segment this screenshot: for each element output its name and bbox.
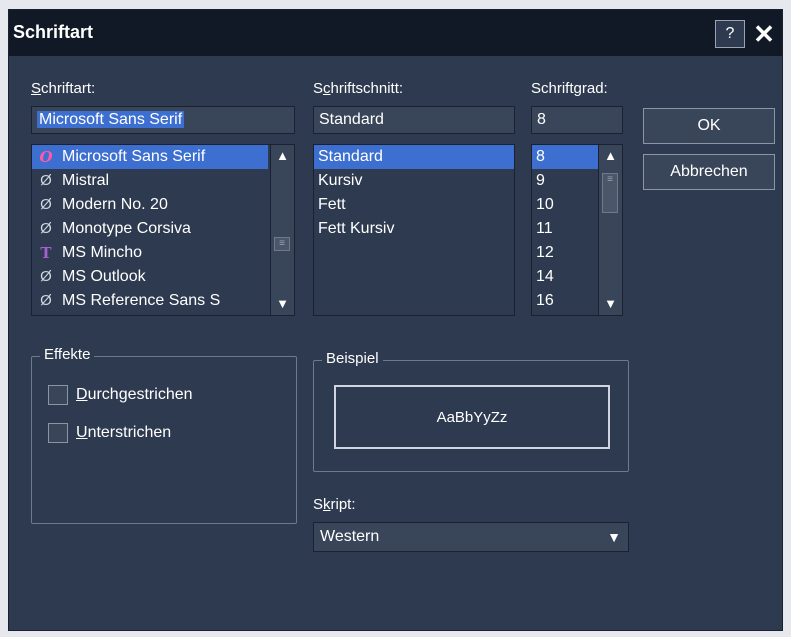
printer-font-icon: Ø xyxy=(40,268,52,285)
strikethrough-checkbox[interactable]: Durchgestrichen xyxy=(48,385,193,405)
preview-title: Beispiel xyxy=(322,350,383,367)
font-input-value: Microsoft Sans Serif xyxy=(37,111,185,128)
font-list-item[interactable]: Ø MS Reference Sans S xyxy=(32,289,268,313)
style-list-item[interactable]: Standard xyxy=(314,145,514,169)
font-list-item-label: Monotype Corsiva xyxy=(62,220,191,237)
size-list-item[interactable]: 14 xyxy=(532,265,598,289)
size-list-item[interactable]: 8 xyxy=(532,145,598,169)
size-list-scrollbar[interactable]: ▲ ≡ ▼ xyxy=(598,145,622,315)
font-dialog: Schriftart ? ✕ Schriftart: Microsoft San… xyxy=(8,9,783,631)
script-label: Skript: xyxy=(313,496,356,513)
printer-font-icon: Ø xyxy=(40,292,52,309)
style-input[interactable]: Standard xyxy=(313,106,515,134)
font-list-item-label: Modern No. 20 xyxy=(62,196,168,213)
cancel-button[interactable]: Abbrechen xyxy=(643,154,775,190)
close-icon: ✕ xyxy=(753,18,775,49)
dialog-title: Schriftart xyxy=(13,22,94,42)
strikethrough-box[interactable] xyxy=(48,385,68,405)
font-list-item[interactable]: Ø Mistral xyxy=(32,169,268,193)
scroll-thumb[interactable]: ≡ xyxy=(602,173,618,213)
size-input-value: 8 xyxy=(537,111,546,128)
ok-button[interactable]: OK xyxy=(643,108,775,144)
underline-checkbox[interactable]: Unterstrichen xyxy=(48,423,171,443)
size-label: Schriftgrad: xyxy=(531,80,608,97)
scroll-down-icon[interactable]: ▼ xyxy=(599,293,622,315)
preview-sample: AaBbYyZz xyxy=(334,385,610,449)
chevron-down-icon[interactable]: ▼ xyxy=(600,523,628,551)
font-list[interactable]: O Microsoft Sans Serif Ø Mistral Ø Modern No.… xyxy=(31,144,295,316)
font-list-item-label: MS Outlook xyxy=(62,268,146,285)
strikethrough-label: Durchgestrichen xyxy=(76,386,193,403)
style-label: Schriftschnitt: xyxy=(313,80,404,97)
help-button[interactable]: ? xyxy=(715,20,745,48)
scroll-down-icon[interactable]: ▼ xyxy=(271,293,294,315)
font-list-item-label: MS Mincho xyxy=(62,244,143,261)
size-input[interactable]: 8 xyxy=(531,106,623,134)
style-input-value: Standard xyxy=(319,111,384,128)
script-value: Western xyxy=(320,528,380,545)
truetype-font-icon: T xyxy=(40,244,52,262)
effects-title: Effekte xyxy=(40,346,95,363)
title-bar: Schriftart ? ✕ xyxy=(9,10,782,56)
size-list-item[interactable]: 11 xyxy=(532,217,598,241)
font-list-item-label: MS Reference Sans S xyxy=(62,292,221,309)
font-list-item-label: Mistral xyxy=(62,172,110,189)
printer-font-icon: Ø xyxy=(40,172,52,189)
font-list-item[interactable]: T MS Mincho xyxy=(32,241,268,265)
font-list-item-label: Microsoft Sans Serif xyxy=(62,148,206,165)
printer-font-icon: Ø xyxy=(40,196,52,213)
preview-group: Beispiel AaBbYyZz xyxy=(313,350,629,472)
size-list[interactable]: 8 9 10 11 12 14 16 ▲ ≡ ▼ xyxy=(531,144,623,316)
size-list-item[interactable]: 12 xyxy=(532,241,598,265)
close-button[interactable]: ✕ xyxy=(749,18,779,49)
font-input[interactable]: Microsoft Sans Serif xyxy=(31,106,295,134)
opentype-font-icon: O xyxy=(39,148,53,166)
size-list-item[interactable]: 9 xyxy=(532,169,598,193)
style-list[interactable]: Standard Kursiv Fett Fett Kursiv xyxy=(313,144,515,316)
style-list-item[interactable]: Fett xyxy=(314,193,514,217)
size-list-item[interactable]: 16 xyxy=(532,289,598,313)
underline-label: Unterstrichen xyxy=(76,424,172,441)
help-icon: ? xyxy=(725,25,735,42)
style-list-item[interactable]: Fett Kursiv xyxy=(314,217,514,241)
style-list-item[interactable]: Kursiv xyxy=(314,169,514,193)
font-list-item[interactable]: Ø Modern No. 20 xyxy=(32,193,268,217)
scroll-up-icon[interactable]: ▲ xyxy=(271,145,294,167)
printer-font-icon: Ø xyxy=(40,220,52,237)
script-dropdown[interactable]: Western ▼ xyxy=(313,522,629,552)
font-label: Schriftart: xyxy=(31,80,96,97)
scroll-thumb[interactable]: ≡ xyxy=(274,237,290,251)
size-list-item[interactable]: 10 xyxy=(532,193,598,217)
underline-box[interactable] xyxy=(48,423,68,443)
font-list-item[interactable]: O Microsoft Sans Serif xyxy=(32,145,268,169)
scroll-up-icon[interactable]: ▲ xyxy=(599,145,622,167)
font-list-item[interactable]: Ø MS Outlook xyxy=(32,265,268,289)
effects-box: Effekte Durchgestrichen Unterstrichen xyxy=(31,346,297,524)
font-list-item[interactable]: Ø Monotype Corsiva xyxy=(32,217,268,241)
font-list-scrollbar[interactable]: ▲ ≡ ▼ xyxy=(270,145,294,315)
